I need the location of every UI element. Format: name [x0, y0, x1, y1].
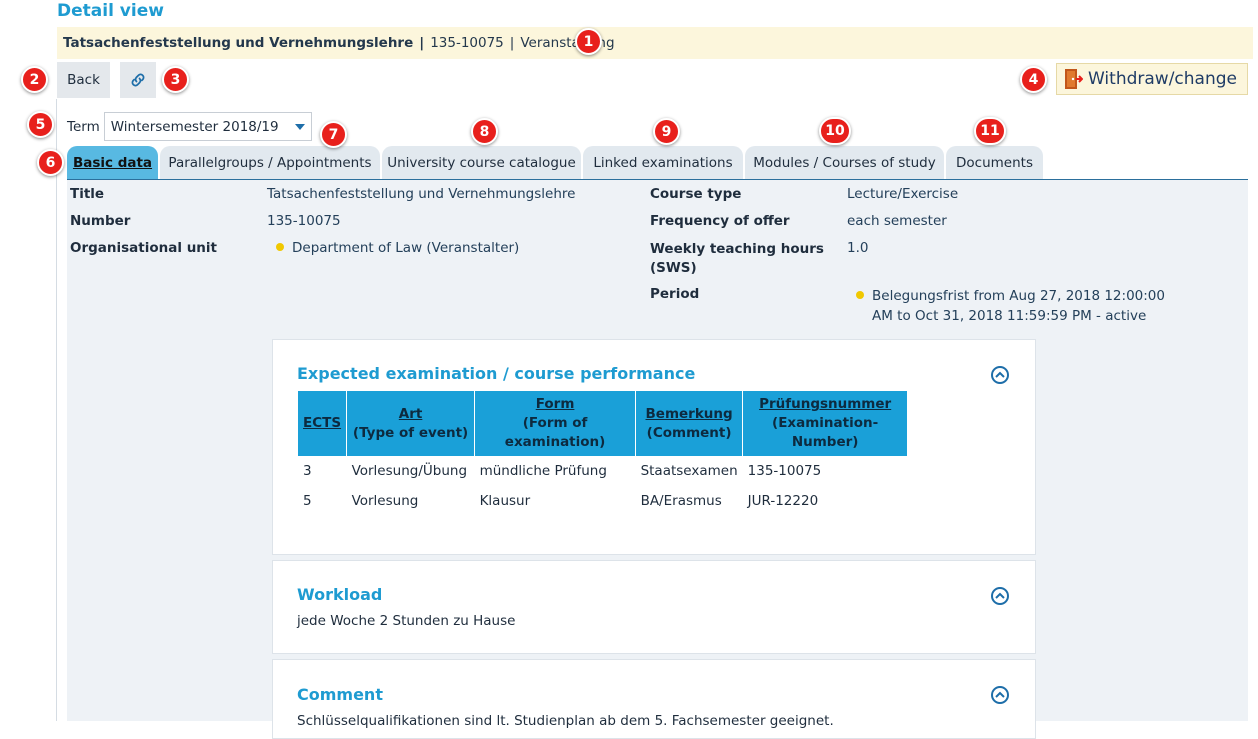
- field-value-title: Tatsachenfeststellung und Vernehmungsleh…: [267, 186, 576, 202]
- annotation-badge: 7: [320, 121, 347, 148]
- cell-ects: 5: [303, 493, 312, 509]
- withdraw-change-button[interactable]: Withdraw/change: [1056, 63, 1248, 95]
- tab-basic-data[interactable]: Basic data: [67, 146, 158, 180]
- field-label-period: Period: [650, 286, 700, 302]
- annotation-badge: 8: [471, 118, 498, 145]
- tab-label: Parallelgroups / Appointments: [168, 155, 372, 171]
- field-value-number: 135-10075: [267, 213, 341, 229]
- tab-modules[interactable]: Modules / Courses of study: [745, 146, 944, 180]
- permalink-button[interactable]: [120, 62, 156, 98]
- term-dropdown[interactable]: Wintersemester 2018/19: [103, 112, 312, 141]
- collapse-exam-card-button[interactable]: [991, 366, 1009, 384]
- field-value-period: Belegungsfrist from Aug 27, 2018 12:00:0…: [856, 286, 1165, 326]
- info-separator: |: [419, 35, 425, 51]
- exam-table: ECTS Art (Type of event) Form (Form of exa…: [298, 391, 909, 516]
- sws-label-line2: (SWS): [650, 260, 697, 276]
- door-exit-icon: [1065, 69, 1083, 89]
- tab-label: Linked examinations: [593, 155, 733, 171]
- chevron-up-icon: [995, 592, 1005, 599]
- tab-label: University course catalogue: [387, 155, 576, 171]
- cell-bemerkung: Staatsexamen: [640, 463, 738, 479]
- annotation-badge: 1: [575, 28, 602, 55]
- cell-ects: 3: [303, 463, 312, 479]
- field-label-number: Number: [70, 213, 131, 229]
- annotation-badge: 3: [162, 66, 189, 93]
- column-header-ects[interactable]: ECTS: [298, 391, 348, 456]
- cell-art: Vorlesung: [351, 493, 419, 509]
- course-name: Tatsachenfeststellung und Vernehmungsleh…: [63, 35, 414, 51]
- cell-bemerkung: BA/Erasmus: [640, 493, 722, 509]
- comment-card: Comment Schlüsselqualifikationen sind lt…: [272, 659, 1036, 739]
- cell-form: mündliche Prüfung: [479, 463, 607, 479]
- cell-form: Klausur: [479, 493, 531, 509]
- field-label-org-unit: Organisational unit: [70, 240, 217, 256]
- sws-label-line1: Weekly teaching hours: [650, 241, 824, 257]
- annotation-badge: 5: [27, 111, 54, 138]
- workload-text: jede Woche 2 Stunden zu Hause: [297, 613, 516, 629]
- left-divider: [56, 99, 57, 721]
- tab-parallelgroups[interactable]: Parallelgroups / Appointments: [160, 146, 380, 180]
- tab-course-catalogue[interactable]: University course catalogue: [382, 146, 581, 180]
- table-header-row: ECTS Art (Type of event) Form (Form of exa…: [298, 391, 909, 456]
- course-number: 135-10075: [430, 35, 504, 51]
- course-info-bar: Tatsachenfeststellung und Vernehmungsleh…: [57, 27, 1253, 59]
- withdraw-label: Withdraw/change: [1088, 69, 1237, 89]
- annotation-badge: 11: [974, 117, 1006, 145]
- annotation-badge: 2: [21, 66, 48, 93]
- field-label-sws: Weekly teaching hours (SWS): [650, 240, 824, 278]
- tab-documents[interactable]: Documents: [946, 146, 1043, 180]
- chevron-up-icon: [995, 691, 1005, 698]
- field-value-frequency: each semester: [847, 213, 947, 229]
- cell-pruefungsnummer: JUR-12220: [747, 493, 819, 509]
- tab-label: Basic data: [72, 155, 153, 171]
- annotation-badge: 10: [819, 117, 851, 145]
- field-label-frequency: Frequency of offer: [650, 213, 790, 229]
- annotation-badge: 6: [37, 149, 64, 176]
- period-line1: Belegungsfrist from Aug 27, 2018 12:00:0…: [872, 288, 1165, 304]
- term-label: Term: [67, 118, 100, 135]
- tab-linked-examinations[interactable]: Linked examinations: [583, 146, 743, 180]
- cell-pruefungsnummer: 135-10075: [747, 463, 822, 479]
- field-label-course-type: Course type: [650, 186, 742, 202]
- collapse-workload-card-button[interactable]: [991, 587, 1009, 605]
- tab-label: Documents: [956, 155, 1033, 171]
- info-pipe: |: [509, 35, 515, 51]
- column-header-art[interactable]: Art (Type of event): [346, 391, 476, 456]
- table-row: 3 Vorlesung/Übung mündliche Prüfung Staa…: [298, 456, 908, 486]
- status-dot-icon: [276, 243, 284, 251]
- field-value-sws: 1.0: [847, 240, 869, 256]
- workload-card: Workload jede Woche 2 Stunden zu Hause: [272, 560, 1036, 654]
- workload-card-title: Workload: [297, 585, 383, 604]
- column-header-pruefungsnummer[interactable]: Prüfungsnummer (Examination-Number): [742, 391, 909, 456]
- org-unit-text: Department of Law (Veranstalter): [292, 240, 520, 256]
- back-button[interactable]: Back: [57, 62, 110, 98]
- annotation-badge: 4: [1020, 66, 1047, 93]
- field-label-title: Title: [70, 186, 105, 202]
- term-selected-value: Wintersemester 2018/19: [110, 118, 279, 135]
- field-value-course-type: Lecture/Exercise: [847, 186, 959, 202]
- column-header-bemerkung[interactable]: Bemerkung (Comment): [635, 391, 744, 456]
- link-icon: [131, 73, 145, 87]
- cell-art: Vorlesung/Übung: [351, 463, 468, 479]
- annotation-badge: 9: [653, 118, 680, 145]
- exam-card-title: Expected examination / course performanc…: [297, 364, 696, 383]
- chevron-down-icon: [294, 123, 305, 130]
- page-title: Detail view: [57, 1, 164, 21]
- exam-performance-card: Expected examination / course performanc…: [272, 339, 1036, 555]
- status-dot-icon: [856, 291, 864, 299]
- tab-label: Modules / Courses of study: [753, 155, 936, 171]
- comment-card-title: Comment: [297, 685, 383, 704]
- table-row: 5 Vorlesung Klausur BA/Erasmus JUR-12220: [298, 486, 908, 516]
- collapse-comment-card-button[interactable]: [991, 686, 1009, 704]
- field-value-org-unit: Department of Law (Veranstalter): [276, 240, 519, 256]
- comment-text: Schlüsselqualifikationen sind lt. Studie…: [297, 713, 834, 729]
- chevron-up-icon: [995, 371, 1005, 378]
- column-header-form[interactable]: Form (Form of examination): [474, 391, 637, 456]
- period-line2: AM to Oct 31, 2018 11:59:59 PM - active: [872, 308, 1147, 324]
- term-selector: Term Wintersemester 2018/19: [67, 112, 312, 141]
